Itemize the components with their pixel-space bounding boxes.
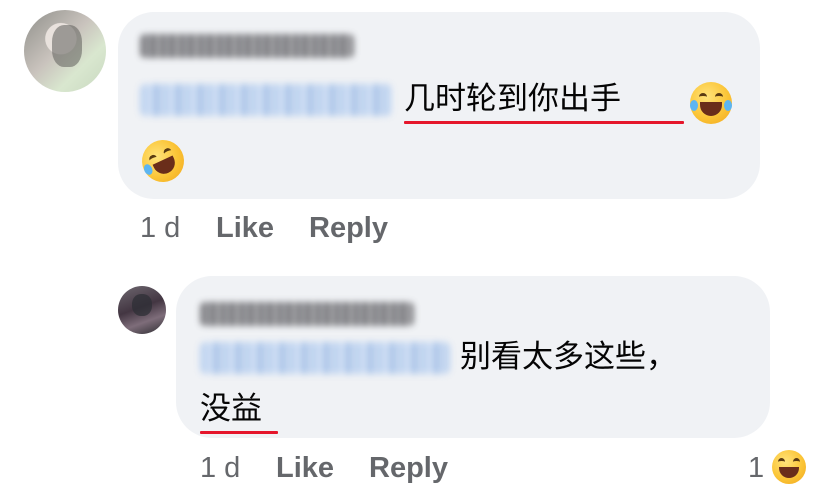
comment-text: 几时轮到你出手 — [404, 81, 621, 117]
like-button[interactable]: Like — [216, 212, 274, 245]
reaction-count[interactable]: 1 — [748, 452, 764, 485]
comment-timestamp[interactable]: 1 d — [140, 212, 180, 245]
red-underline — [404, 121, 684, 124]
reply-timestamp[interactable]: 1 d — [200, 452, 240, 485]
mention-link[interactable] — [200, 342, 450, 374]
reply-author-name[interactable] — [200, 302, 414, 326]
reply-button[interactable]: Reply — [309, 212, 388, 245]
reply-text-line2: 没益 — [200, 391, 262, 427]
mention-link[interactable] — [140, 84, 392, 116]
grinning-squint-icon[interactable] — [772, 450, 806, 484]
laughing-tears-icon — [690, 82, 732, 124]
reply-button[interactable]: Reply — [369, 452, 448, 485]
red-underline — [200, 431, 278, 434]
avatar[interactable] — [24, 10, 106, 92]
like-button[interactable]: Like — [276, 452, 334, 485]
avatar[interactable] — [118, 286, 166, 334]
reply-text-line1: 别看太多这些， — [460, 339, 677, 375]
comment-author-name[interactable] — [140, 34, 354, 58]
